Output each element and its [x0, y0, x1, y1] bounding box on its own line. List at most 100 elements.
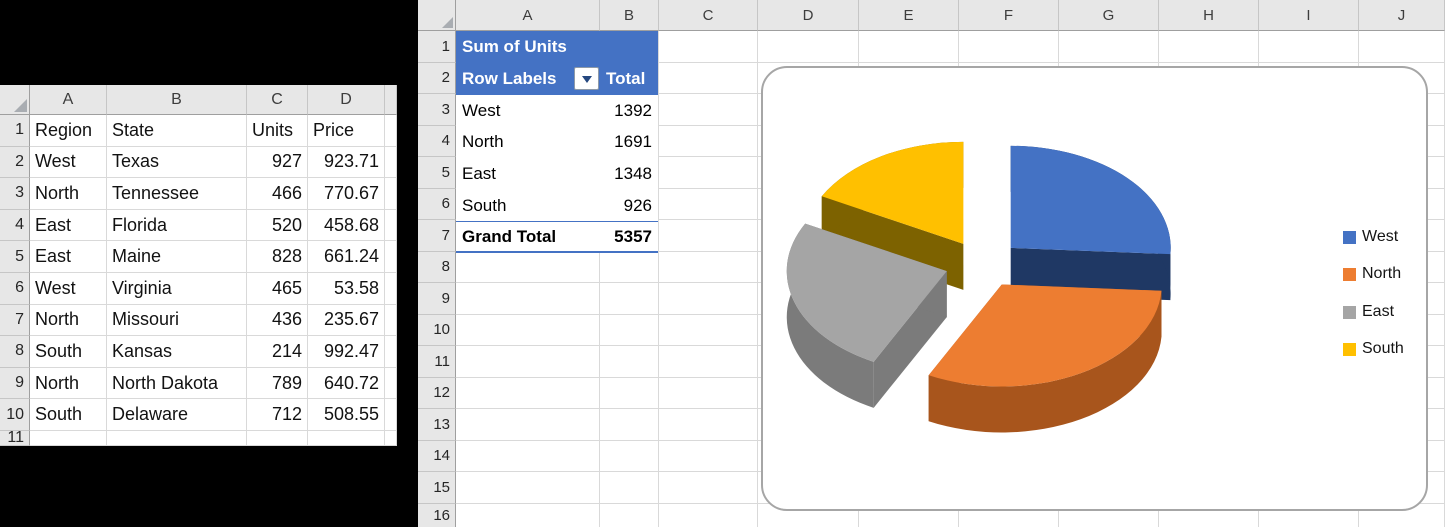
cell-C13[interactable] [659, 409, 758, 441]
left-cell-D8[interactable]: 992.47 [308, 336, 385, 368]
column-header-e[interactable]: E [859, 0, 959, 31]
column-header-g[interactable]: G [1059, 0, 1159, 31]
row-header-4[interactable]: 4 [418, 126, 456, 158]
cell-A16[interactable] [456, 504, 600, 527]
column-header-h[interactable]: H [1159, 0, 1259, 31]
left-row-header-4[interactable]: 4 [0, 210, 30, 242]
cell-D1[interactable] [758, 31, 859, 63]
select-all-corner[interactable] [418, 0, 456, 31]
left-cell-C6[interactable]: 465 [247, 273, 308, 305]
left-cell-B8[interactable]: Kansas [107, 336, 247, 368]
left-cell-B6[interactable]: Virginia [107, 273, 247, 305]
cell-E1[interactable] [859, 31, 959, 63]
left-row-header-9[interactable]: 9 [0, 368, 30, 400]
left-cell-E10[interactable] [385, 399, 397, 431]
left-cell-C3[interactable]: 466 [247, 178, 308, 210]
left-cell-E7[interactable] [385, 305, 397, 337]
left-cell-A7[interactable]: North [30, 305, 107, 337]
cell-J1[interactable] [1359, 31, 1445, 63]
left-cell-E6[interactable] [385, 273, 397, 305]
left-row-header-1[interactable]: 1 [0, 115, 30, 147]
left-cell-D11[interactable] [308, 431, 385, 446]
cell-C15[interactable] [659, 472, 758, 504]
row-header-10[interactable]: 10 [418, 315, 456, 347]
left-cell-E9[interactable] [385, 368, 397, 400]
row-header-13[interactable]: 13 [418, 409, 456, 441]
left-cell-B3[interactable]: Tennessee [107, 178, 247, 210]
left-row-header-3[interactable]: 3 [0, 178, 30, 210]
pie-chart[interactable]: WestNorthEastSouth [761, 66, 1428, 511]
cell-B15[interactable] [600, 472, 659, 504]
left-row-header-8[interactable]: 8 [0, 336, 30, 368]
cell-I1[interactable] [1259, 31, 1359, 63]
left-cell-E8[interactable] [385, 336, 397, 368]
cell-C10[interactable] [659, 315, 758, 347]
left-cell-A8[interactable]: South [30, 336, 107, 368]
left-cell-B2[interactable]: Texas [107, 147, 247, 179]
left-row-header-6[interactable]: 6 [0, 273, 30, 305]
legend-item-north[interactable]: North [1343, 265, 1401, 283]
column-header-c[interactable]: C [659, 0, 758, 31]
left-cell-D9[interactable]: 640.72 [308, 368, 385, 400]
cell-C4[interactable] [659, 126, 758, 158]
cell-A8[interactable] [456, 252, 600, 284]
row-labels-filter-button[interactable] [574, 67, 599, 90]
column-header-a[interactable]: A [456, 0, 600, 31]
left-cell-A5[interactable]: East [30, 241, 107, 273]
left-cell-D5[interactable]: 661.24 [308, 241, 385, 273]
pivot-row-total[interactable]: 1691 [614, 132, 652, 152]
left-cell-D7[interactable]: 235.67 [308, 305, 385, 337]
left-cell-D1[interactable]: Price [308, 115, 385, 147]
left-row-header-10[interactable]: 10 [0, 399, 30, 431]
row-header-16[interactable]: 16 [418, 504, 456, 527]
left-cell-C11[interactable] [247, 431, 308, 446]
left-cell-D2[interactable]: 923.71 [308, 147, 385, 179]
pivot-grand-total-value[interactable]: 5357 [614, 227, 652, 247]
cell-C1[interactable] [659, 31, 758, 63]
column-header-f[interactable]: F [959, 0, 1059, 31]
left-cell-A1[interactable]: Region [30, 115, 107, 147]
row-header-14[interactable]: 14 [418, 441, 456, 473]
row-header-3[interactable]: 3 [418, 94, 456, 126]
column-header-b[interactable]: B [600, 0, 659, 31]
left-cell-A3[interactable]: North [30, 178, 107, 210]
pivot-row-total[interactable]: 1348 [614, 164, 652, 184]
cell-A11[interactable] [456, 346, 600, 378]
left-cell-A6[interactable]: West [30, 273, 107, 305]
cell-C3[interactable] [659, 94, 758, 126]
cell-C11[interactable] [659, 346, 758, 378]
left-cell-A2[interactable]: West [30, 147, 107, 179]
cell-B11[interactable] [600, 346, 659, 378]
cell-C14[interactable] [659, 441, 758, 473]
row-header-9[interactable]: 9 [418, 283, 456, 315]
left-cell-C4[interactable]: 520 [247, 210, 308, 242]
left-cell-A9[interactable]: North [30, 368, 107, 400]
cell-A9[interactable] [456, 283, 600, 315]
row-header-6[interactable]: 6 [418, 189, 456, 221]
left-cell-B7[interactable]: Missouri [107, 305, 247, 337]
left-cell-E3[interactable] [385, 178, 397, 210]
row-header-12[interactable]: 12 [418, 378, 456, 410]
pivot-row-label[interactable]: West [456, 101, 500, 121]
left-row-header-7[interactable]: 7 [0, 305, 30, 337]
row-header-11[interactable]: 11 [418, 346, 456, 378]
cell-C8[interactable] [659, 252, 758, 284]
cell-A13[interactable] [456, 409, 600, 441]
cell-C7[interactable] [659, 220, 758, 252]
column-header-i[interactable]: I [1259, 0, 1359, 31]
cell-B12[interactable] [600, 378, 659, 410]
left-row-header-11[interactable]: 11 [0, 431, 30, 446]
row-header-2[interactable]: 2 [418, 63, 456, 95]
pivot-row-label[interactable]: South [456, 196, 506, 216]
left-cell-C9[interactable]: 789 [247, 368, 308, 400]
pivot-row-total[interactable]: 926 [624, 196, 652, 216]
left-cell-C8[interactable]: 214 [247, 336, 308, 368]
column-header-d[interactable]: D [758, 0, 859, 31]
left-cell-A10[interactable]: South [30, 399, 107, 431]
cell-B14[interactable] [600, 441, 659, 473]
legend-item-west[interactable]: West [1343, 228, 1398, 246]
left-cell-B9[interactable]: North Dakota [107, 368, 247, 400]
cell-B16[interactable] [600, 504, 659, 527]
left-cell-C10[interactable]: 712 [247, 399, 308, 431]
pivot-row-total[interactable]: 1392 [614, 101, 652, 121]
